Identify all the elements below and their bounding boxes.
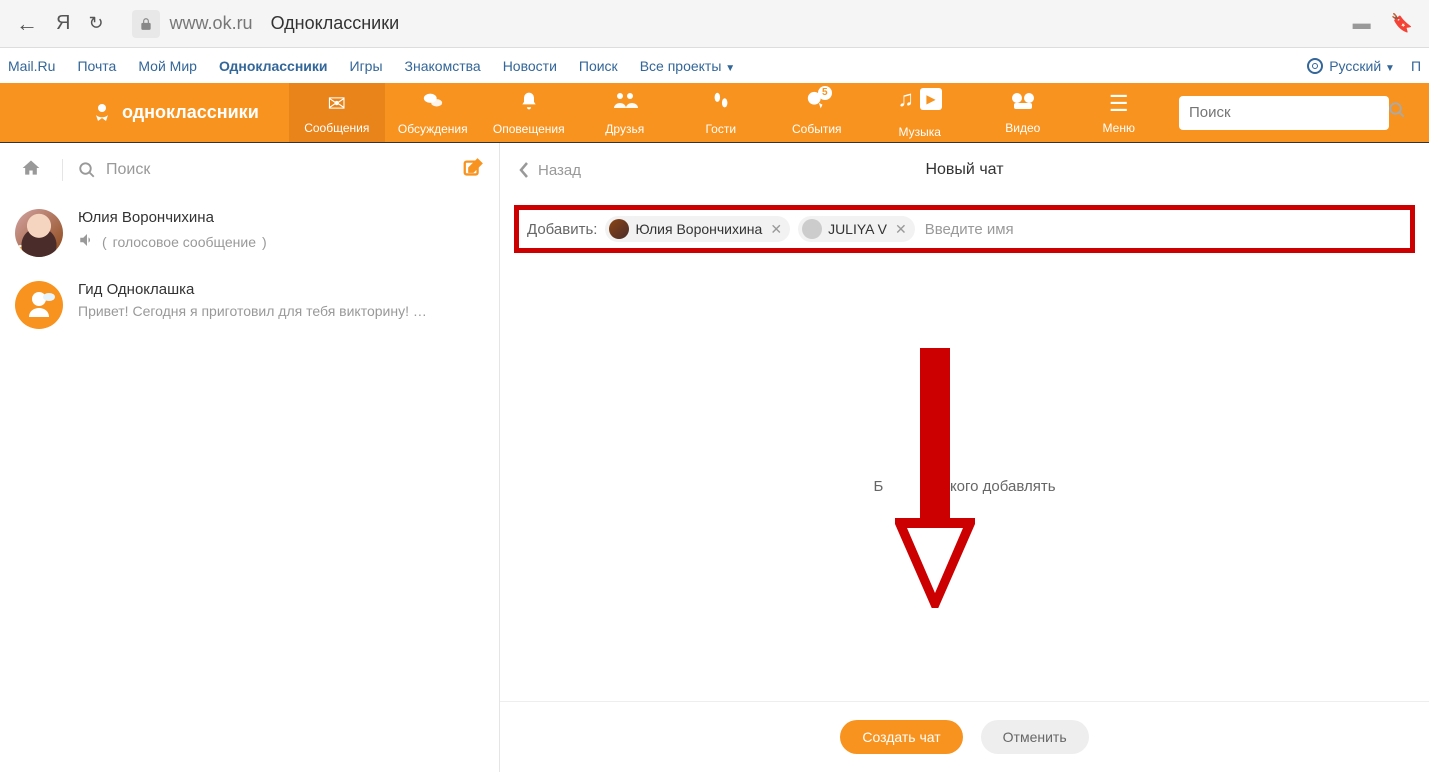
chat-item[interactable]: Гид Одноклашка Привет! Сегодня я пригото… [0, 269, 499, 341]
video-camera-icon [1010, 91, 1036, 117]
language-selector[interactable]: Русский ▼ [1329, 58, 1395, 74]
portal-link-ok[interactable]: Одноклассники [219, 58, 328, 74]
play-button-icon: ▶ [920, 88, 942, 110]
chat-name: Юлия Ворончихина [78, 209, 484, 226]
portal-link-search[interactable]: Поиск [579, 58, 618, 74]
page-title: Новый чат [925, 161, 1003, 179]
footprints-icon [710, 90, 732, 118]
cancel-button[interactable]: Отменить [981, 720, 1089, 754]
voice-message-icon [78, 231, 96, 252]
back-label: Назад [538, 162, 581, 179]
portal-link-news[interactable]: Новости [503, 58, 557, 74]
nav-notifications[interactable]: Оповещения [481, 83, 577, 142]
browser-extensions: ▬ 🔖 [1353, 13, 1413, 34]
bell-icon [519, 90, 539, 118]
avatar [15, 281, 63, 329]
nav-events[interactable]: События [769, 83, 865, 142]
url-title: Одноклассники [271, 13, 400, 34]
chat-preview: Привет! Сегодня я приготовил для тебя ви… [78, 303, 484, 319]
site-logo-text: одноклассники [122, 102, 259, 123]
sidebar-search-label: Поиск [106, 161, 150, 179]
site-logo[interactable]: одноклассники [90, 83, 289, 142]
user-chip[interactable]: Юлия Ворончихина ✕ [605, 216, 790, 242]
nav-search-box[interactable] [1179, 96, 1389, 130]
browser-reload-button[interactable]: ↻ [88, 13, 103, 34]
chat-bubbles-icon [421, 90, 445, 118]
lock-icon [132, 10, 160, 38]
sidebar-search[interactable]: Поиск [78, 161, 150, 179]
ok-logo-icon [90, 101, 114, 125]
chip-name: JULIYA V [828, 221, 887, 237]
new-chat-panel: Назад Новый чат Добавить: Юлия Ворончихи… [500, 143, 1429, 772]
portal-link-projects[interactable]: Все проекты ▼ [640, 58, 736, 74]
nav-video[interactable]: Видео [975, 83, 1071, 142]
nav-search-wrap [1179, 83, 1389, 142]
chip-avatar [802, 219, 822, 239]
nav-friends[interactable]: Друзья [577, 83, 673, 142]
portal-link-mail[interactable]: Почта [77, 58, 116, 74]
portal-link-dating[interactable]: Знакомства [405, 58, 481, 74]
portal-link-mailru[interactable]: Mail.Ru [8, 58, 55, 74]
nav-messages[interactable]: ✉ Сообщения [289, 83, 385, 142]
search-icon[interactable] [1388, 101, 1406, 124]
throttle-icon[interactable]: ▬ [1353, 13, 1371, 34]
portal-bar: Mail.Ru Почта Мой Мир Одноклассники Игры… [0, 48, 1429, 83]
add-user-input[interactable] [923, 217, 1402, 242]
address-bar[interactable]: www.ok.ru Одноклассники [122, 10, 1335, 38]
back-button[interactable]: Назад [518, 161, 581, 179]
add-label: Добавить: [527, 221, 597, 238]
envelope-icon: ✉ [328, 91, 346, 117]
chip-avatar [609, 219, 629, 239]
user-chip[interactable]: JULIYA V ✕ [798, 216, 915, 242]
footer-actions: Создать чат Отменить [500, 701, 1429, 772]
chip-name: Юлия Ворончихина [635, 221, 762, 237]
bookmark-icon[interactable]: 🔖 [1391, 13, 1413, 34]
portal-link-myworld[interactable]: Мой Мир [138, 58, 197, 74]
people-icon [612, 90, 638, 118]
chip-remove-button[interactable]: ✕ [770, 221, 782, 238]
main-nav: одноклассники ✉ Сообщения Обсуждения Опо… [0, 83, 1429, 142]
online-indicator [15, 245, 27, 257]
browser-toolbar: ← Я ↻ www.ok.ru Одноклассники ▬ 🔖 [0, 0, 1429, 48]
thumbs-up-icon [806, 90, 828, 118]
chat-item[interactable]: Юлия Ворончихина ( голосовое сообщение) [0, 197, 499, 269]
music-note-icon: ♫ [898, 86, 915, 112]
chat-preview: ( голосовое сообщение) [78, 231, 484, 252]
hamburger-icon: ☰ [1109, 91, 1129, 117]
nav-guests[interactable]: Гости [673, 83, 769, 142]
nav-menu[interactable]: ☰ Меню [1071, 83, 1167, 142]
chat-list-sidebar: Поиск Юлия Ворончихина ( голосовое сообщ… [0, 143, 500, 772]
avatar [15, 209, 63, 257]
portal-initial[interactable]: П [1411, 58, 1421, 74]
url-domain: www.ok.ru [170, 13, 253, 34]
chip-remove-button[interactable]: ✕ [895, 221, 907, 238]
add-users-section: Добавить: Юлия Ворончихина ✕ JULIYA V ✕ [514, 205, 1415, 253]
content-header: Назад Новый чат [500, 143, 1429, 197]
nav-music[interactable]: ♫ ▶ Музыка [865, 83, 975, 142]
separator [62, 159, 63, 181]
sidebar-header: Поиск [0, 143, 499, 197]
browser-back-button[interactable]: ← [16, 11, 38, 37]
nav-discussions[interactable]: Обсуждения [385, 83, 481, 142]
empty-state-text: Б некого добавлять [500, 478, 1429, 495]
nav-search-input[interactable] [1189, 104, 1388, 121]
portal-link-games[interactable]: Игры [350, 58, 383, 74]
create-chat-button[interactable]: Создать чат [840, 720, 962, 754]
home-button[interactable] [15, 158, 47, 183]
chat-name: Гид Одноклашка [78, 281, 484, 298]
yandex-logo[interactable]: Я [56, 12, 70, 35]
compose-button[interactable] [462, 157, 484, 184]
globe-icon [1307, 58, 1323, 74]
